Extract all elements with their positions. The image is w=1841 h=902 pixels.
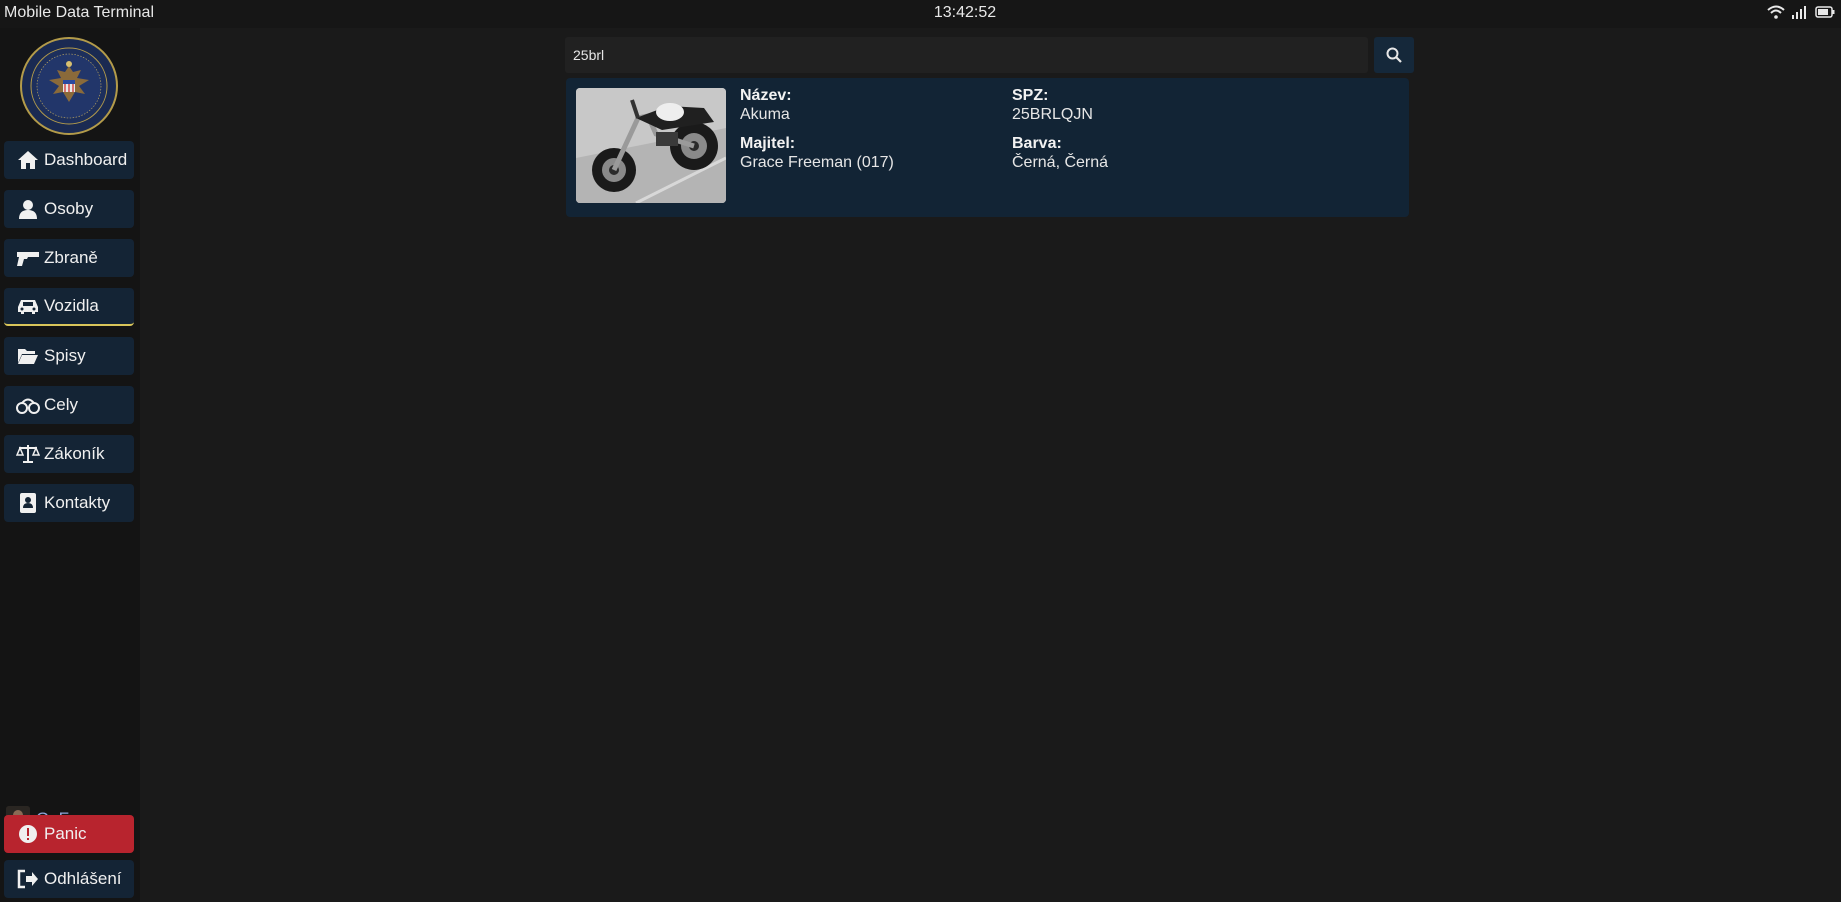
owner-label: Majitel: [740,135,796,152]
logout-button[interactable]: Odhlášení [4,860,134,898]
sidebar-item-spisy[interactable]: Spisy [4,337,134,375]
sidebar-item-label: Osoby [44,199,94,218]
vehicle-result-card[interactable]: Název: Akuma Majitel: Grace Freeman (017… [566,78,1409,217]
name-value: Akuma [740,106,790,123]
sidebar-item-label: Spisy [44,346,86,365]
owner-value: Grace Freeman (017) [740,154,894,171]
sidebar-item-label: Dashboard [44,150,128,169]
battery-icon [1815,6,1835,18]
sidebar-item-kontakty[interactable]: Kontakty [4,484,134,522]
sidebar-item-osoby[interactable]: Osoby [4,190,134,228]
sidebar-item-label: Cely [44,395,79,414]
gun-icon [16,247,40,269]
person-icon [16,198,40,220]
panic-button[interactable]: Panic [4,815,134,853]
scales-icon [16,443,40,465]
name-label: Název: [740,87,792,104]
vehicle-search-input[interactable] [565,37,1368,73]
panic-label: Panic [44,824,87,843]
top-status-bar: Mobile Data Terminal 13:42:52 [0,0,1841,28]
sidebar-item-label: Kontakty [44,493,111,512]
sidebar-item-vozidla[interactable]: Vozidla [4,288,134,326]
logout-icon [16,868,40,890]
sidebar-item-dashboard[interactable]: Dashboard [4,141,134,179]
folder-icon [16,345,40,367]
plate-label: SPZ: [1012,87,1049,104]
search-button[interactable] [1374,37,1414,73]
color-label: Barva: [1012,135,1062,152]
alert-icon [16,823,40,845]
sidebar-item-zakonik[interactable]: Zákoník [4,435,134,473]
lspd-seal-logo [20,37,118,135]
sidebar-item-label: Vozidla [44,296,99,315]
app-title: Mobile Data Terminal [4,4,154,21]
sidebar-item-label: Zákoník [44,444,105,463]
car-icon [16,295,40,317]
vehicle-photo [576,88,726,203]
search-icon [1386,47,1402,63]
handcuffs-icon [16,394,40,416]
color-value: Černá, Černá [1012,154,1109,171]
plate-value: 25BRLQJN [1012,106,1093,123]
logout-label: Odhlášení [44,869,122,888]
clock: 13:42:52 [933,4,997,21]
system-status-icons [1767,5,1835,19]
sidebar-item-label: Zbraně [44,248,98,267]
contact-book-icon [16,492,40,514]
sidebar-item-zbrane[interactable]: Zbraně [4,239,134,277]
sidebar: Dashboard Osoby Zbraně Vozidla Spisy Cel… [0,28,140,902]
wifi-icon [1767,5,1785,19]
signal-icon [1792,6,1806,19]
sidebar-item-cely[interactable]: Cely [4,386,134,424]
home-icon [16,149,40,171]
